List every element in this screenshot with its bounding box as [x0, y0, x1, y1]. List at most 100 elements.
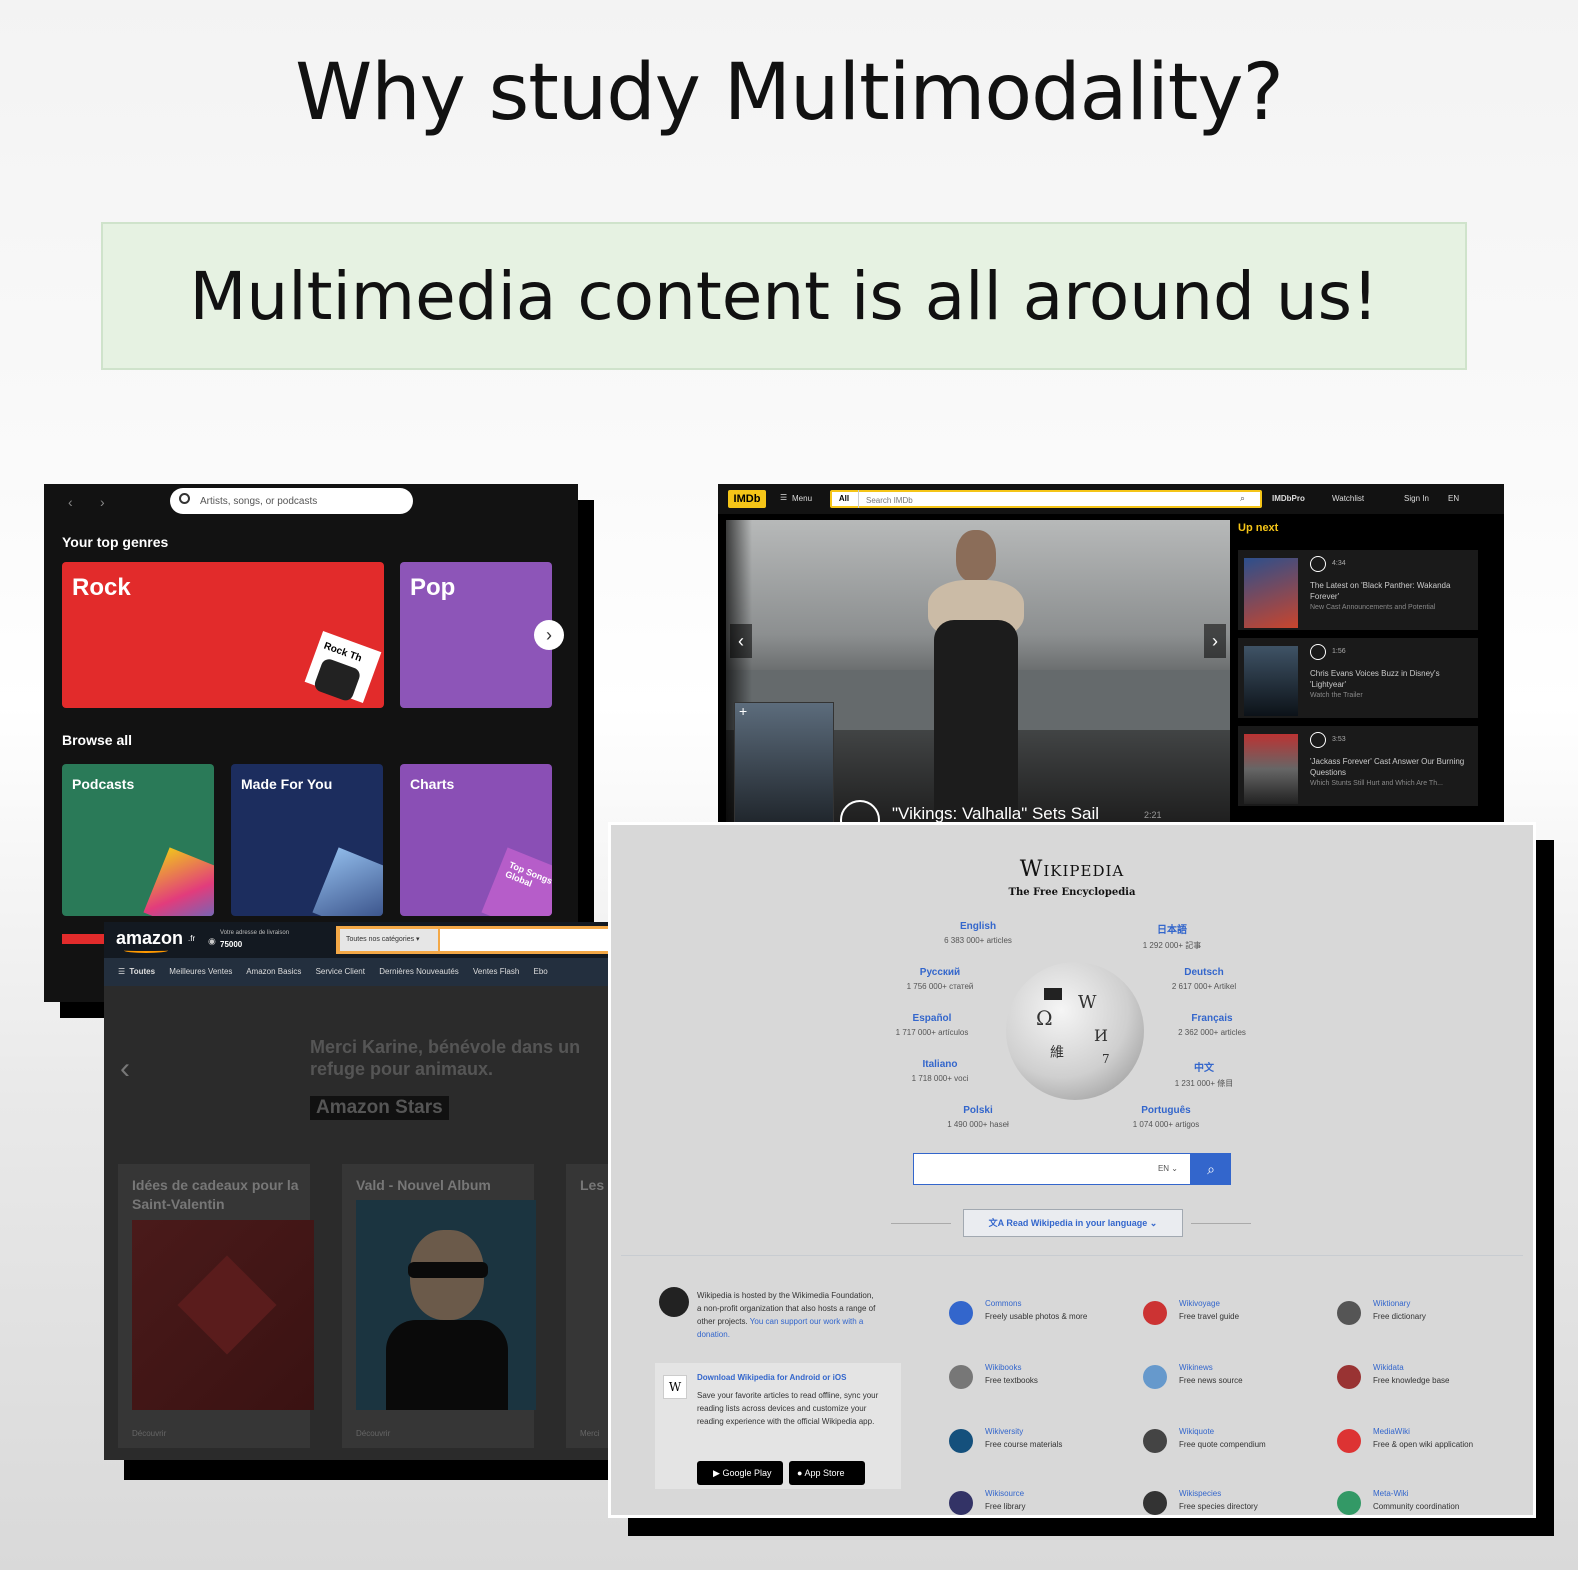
- imdb-menu-label[interactable]: Menu: [792, 494, 812, 503]
- back-arrow-icon[interactable]: ‹: [68, 494, 73, 510]
- hero-next-icon[interactable]: ›: [1204, 624, 1226, 658]
- nav-item[interactable]: Toutes: [129, 967, 155, 976]
- hero-prev-icon[interactable]: ‹: [730, 624, 752, 658]
- language-link[interactable]: Русский 1 756 000+ статей: [875, 967, 1005, 991]
- spotify-search-input[interactable]: Artists, songs, or podcasts: [170, 488, 413, 514]
- play-icon[interactable]: [1310, 556, 1326, 572]
- up-next-item[interactable]: 4:34 The Latest on 'Black Panther: Wakan…: [1238, 550, 1478, 630]
- browse-all-heading: Browse all: [62, 732, 133, 748]
- browse-tile-podcasts[interactable]: Podcasts: [62, 764, 214, 916]
- imdb-search-input[interactable]: Search IMDb: [830, 490, 1262, 508]
- wikipedia-tagline: The Free Encyclopedia: [1008, 887, 1136, 898]
- watchlist-link[interactable]: Watchlist: [1332, 494, 1364, 503]
- language-link[interactable]: 日本語 1 292 000+ 記事: [1107, 921, 1237, 951]
- language-link[interactable]: Deutsch 2 617 000+ Artikel: [1139, 967, 1269, 991]
- imdb-logo[interactable]: IMDb: [728, 490, 766, 508]
- card-more-link[interactable]: Merci: [580, 1429, 600, 1438]
- language-name: Русский: [919, 967, 961, 978]
- add-to-watchlist-icon[interactable]: +: [739, 703, 747, 719]
- location-pin-icon: ◉: [208, 936, 216, 946]
- genre-tile-pop[interactable]: Pop: [400, 562, 552, 708]
- imdb-search-category[interactable]: All: [830, 490, 859, 508]
- play-icon[interactable]: [1310, 644, 1326, 660]
- search-icon[interactable]: ⌕: [1191, 1153, 1231, 1185]
- read-in-your-language-button[interactable]: 文A Read Wikipedia in your language ⌄: [963, 1209, 1183, 1237]
- hero-video[interactable]: ‹ › + "Vikings: Valhalla" Sets Sail 2:21: [726, 520, 1230, 822]
- language-link[interactable]: Polski 1 490 000+ haseł: [913, 1105, 1043, 1129]
- browse-label: Made For You: [241, 776, 333, 792]
- nav-item[interactable]: Ebo: [534, 967, 548, 976]
- hero-caption[interactable]: "Vikings: Valhalla" Sets Sail: [892, 804, 1099, 822]
- nav-item[interactable]: Dernières Nouveautés: [379, 967, 459, 976]
- delivery-postcode[interactable]: 75000: [220, 940, 242, 949]
- callout-text: Multimedia content is all around us!: [189, 257, 1379, 335]
- language-link[interactable]: Français 2 362 000+ articles: [1147, 1013, 1277, 1037]
- album-cover-image[interactable]: [356, 1200, 536, 1410]
- valentine-gifts-image[interactable]: [132, 1220, 314, 1410]
- up-next-duration: 4:34: [1332, 560, 1346, 567]
- nav-item[interactable]: Meilleures Ventes: [169, 967, 232, 976]
- wikispecies-icon: [1143, 1491, 1167, 1515]
- browse-tile-made-for-you[interactable]: Made For You: [231, 764, 383, 916]
- poster-thumbnail[interactable]: +: [734, 702, 834, 822]
- language-link[interactable]: Italiano 1 718 000+ voci: [875, 1059, 1005, 1083]
- language-link[interactable]: Português 1 074 000+ artigos: [1101, 1105, 1231, 1129]
- language-name: English: [959, 921, 997, 932]
- up-next-heading: Up next: [1238, 522, 1279, 534]
- nav-item[interactable]: Service Client: [316, 967, 365, 976]
- play-icon[interactable]: [840, 800, 880, 822]
- nav-item[interactable]: Ventes Flash: [473, 967, 519, 976]
- language-link[interactable]: Español 1 717 000+ artículos: [867, 1013, 997, 1037]
- language-name: Deutsch: [1184, 967, 1224, 978]
- menu-icon[interactable]: ☰: [780, 493, 787, 502]
- sister-project-name: Wikiversity: [985, 1427, 1024, 1436]
- language-link[interactable]: English 6 383 000+ articles: [913, 921, 1043, 945]
- up-next-item[interactable]: 1:56 Chris Evans Voices Buzz in Disney's…: [1238, 638, 1478, 718]
- card-more-link[interactable]: Découvrir: [356, 1429, 390, 1438]
- sister-project-name: Wikinews: [1179, 1363, 1213, 1372]
- up-next-subtitle: New Cast Announcements and Potential: [1310, 604, 1436, 611]
- genre-label: Rock: [72, 574, 131, 601]
- amazon-card[interactable]: Vald - Nouvel Album Découvrir: [342, 1164, 536, 1448]
- search-icon[interactable]: ⌕: [1240, 493, 1245, 504]
- article-count: 1 717 000+ artículos: [895, 1028, 969, 1037]
- nav-item[interactable]: Amazon Basics: [246, 967, 301, 976]
- article-count: 1 756 000+ статей: [906, 982, 974, 991]
- download-title[interactable]: Download Wikipedia for Android or iOS: [697, 1373, 846, 1382]
- google-play-icon: ▶: [713, 1468, 720, 1478]
- imdbpro-link[interactable]: IMDbPro: [1272, 494, 1305, 503]
- amazon-card[interactable]: Idées de cadeaux pour la Saint-Valentin …: [118, 1164, 314, 1448]
- search-language-select[interactable]: EN ⌄: [1158, 1164, 1178, 1173]
- carousel-prev-icon[interactable]: ‹: [120, 1052, 130, 1086]
- rock-tile-peek: [62, 934, 104, 944]
- wikibooks-icon: [949, 1365, 973, 1389]
- language-link[interactable]: 中文 1 231 000+ 條目: [1139, 1059, 1269, 1089]
- hamburger-icon[interactable]: ☰: [118, 967, 125, 976]
- imdb-search-placeholder: Search IMDb: [866, 496, 913, 505]
- delivery-label[interactable]: Votre adresse de livraison: [220, 930, 289, 936]
- card-title: Vald - Nouvel Album: [356, 1177, 491, 1193]
- up-next-item[interactable]: 3:53 'Jackass Forever' Cast Answer Our B…: [1238, 726, 1478, 806]
- forward-arrow-icon[interactable]: ›: [100, 494, 105, 510]
- card-title: Les: [580, 1177, 605, 1193]
- wikipedia-search-input[interactable]: EN ⌄: [913, 1153, 1191, 1185]
- sunglasses-shape: [408, 1262, 488, 1278]
- language-selector[interactable]: EN: [1448, 494, 1459, 503]
- genre-tile-rock[interactable]: Rock Rock Th: [62, 562, 384, 708]
- sign-in-link[interactable]: Sign In: [1404, 494, 1429, 503]
- carousel-next-icon[interactable]: ›: [534, 620, 564, 650]
- article-count: 1 718 000+ voci: [911, 1074, 969, 1083]
- amazon-stars-badge[interactable]: Amazon Stars: [310, 1096, 449, 1120]
- amazon-logo[interactable]: amazon: [116, 928, 183, 949]
- spotify-search-placeholder: Artists, songs, or podcasts: [200, 495, 318, 507]
- play-icon[interactable]: [1310, 732, 1326, 748]
- amazon-card[interactable]: Les Merci: [566, 1164, 610, 1448]
- google-play-button[interactable]: ▶ Google Play: [697, 1461, 783, 1485]
- app-store-button[interactable]: ● App Store: [789, 1461, 865, 1485]
- card-more-link[interactable]: Découvrir: [132, 1429, 166, 1438]
- article-count: 1 490 000+ haseł: [947, 1120, 1009, 1129]
- amazon-category-select[interactable]: Toutes nos catégories ▾: [340, 929, 438, 951]
- amazon-search-bar[interactable]: Toutes nos catégories ▾: [336, 926, 610, 954]
- browse-tile-charts[interactable]: Charts Top Songs Global: [400, 764, 552, 916]
- amazon-search-input[interactable]: [440, 929, 610, 951]
